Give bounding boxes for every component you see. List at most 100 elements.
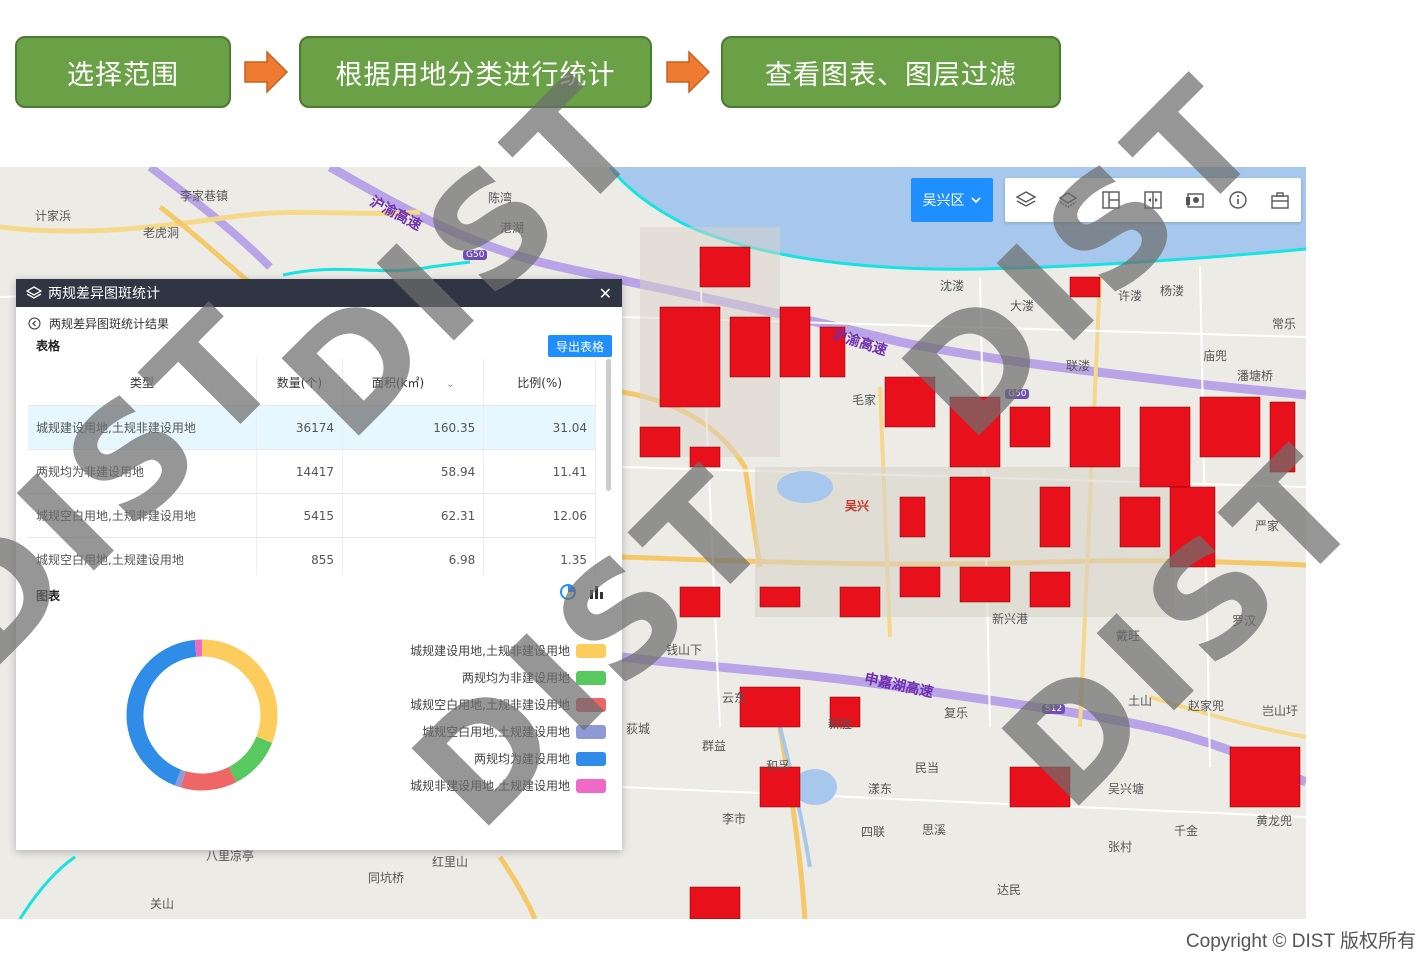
legend-item[interactable]: 城规建设用地,土规非建设用地 — [316, 637, 606, 664]
cell-type: 两规均为非建设用地 — [28, 449, 257, 494]
legend-label: 两规均为建设用地 — [473, 752, 570, 766]
cell-type: 城规空白用地,土规非建设用地 — [28, 493, 257, 538]
table-row[interactable]: 城规建设用地,土规非建设用地 36174 160.35 31.04 — [28, 405, 596, 450]
cell-count: 36174 — [256, 405, 344, 450]
toolbox-icon[interactable] — [1268, 188, 1292, 212]
place-label: 和孚 — [766, 759, 791, 773]
export-table-button[interactable]: 导出表格 — [548, 335, 612, 357]
step-label: 根据用地分类进行统计 — [335, 59, 616, 91]
donut-slice[interactable] — [180, 766, 237, 791]
arrow-right-icon — [666, 50, 711, 94]
step-label: 选择范围 — [67, 59, 179, 91]
cell-ratio: 12.06 — [483, 493, 596, 538]
legend-label: 城规空白用地,土规建设用地 — [422, 725, 570, 739]
place-label: 岂山圩 — [1262, 704, 1299, 718]
column-header-label: 面积(k㎡) — [371, 375, 425, 390]
place-label: 大溇 — [1010, 299, 1035, 313]
step-classify-stats: 根据用地分类进行统计 — [299, 36, 652, 108]
donut-slice[interactable] — [228, 736, 273, 783]
layout-icon[interactable] — [1099, 188, 1123, 212]
table-scrollbar[interactable] — [606, 359, 611, 491]
table-row[interactable]: 两规均为非建设用地 14417 58.94 11.41 — [28, 449, 596, 494]
cell-type: 城规建设用地,土规非建设用地 — [28, 405, 257, 450]
cell-area: 58.94 — [342, 449, 485, 494]
legend-item[interactable]: 城规空白用地,土规非建设用地 — [316, 691, 606, 718]
place-label: 李市 — [722, 812, 747, 826]
cell-count: 855 — [256, 537, 344, 575]
info-icon[interactable] — [1226, 188, 1250, 212]
column-header[interactable]: 类型 — [28, 359, 257, 406]
legend-swatch — [576, 670, 606, 685]
layers-icon[interactable] — [1014, 188, 1038, 212]
back-icon[interactable] — [28, 317, 41, 330]
chevron-down-icon — [970, 197, 981, 204]
place-label: 李家巷镇 — [180, 189, 229, 203]
table-row[interactable]: 城规空白用地,土规非建设用地 5415 62.31 12.06 — [28, 493, 596, 538]
table-row[interactable]: 城规空白用地,土规建设用地 855 6.98 1.35 — [28, 537, 596, 575]
place-label: 吴兴塘 — [1108, 782, 1145, 796]
cell-count: 14417 — [256, 449, 344, 494]
place-label: 吴兴 — [845, 499, 870, 513]
place-label: 严家 — [1255, 519, 1280, 533]
legend-item[interactable]: 两规均为建设用地 — [316, 745, 606, 772]
column-header[interactable]: 比例(%) — [483, 359, 596, 406]
bar-chart-icon[interactable] — [587, 583, 605, 601]
donut-slice[interactable] — [201, 639, 278, 743]
compare-icon[interactable] — [1141, 188, 1165, 212]
place-label: 思溪 — [922, 823, 947, 837]
place-label: 四联 — [861, 825, 886, 839]
legend-item[interactable]: 城规非建设用地,土规建设用地 — [316, 772, 606, 799]
column-header[interactable]: 数量(个) — [256, 359, 344, 406]
place-label: 钱山下 — [666, 643, 703, 657]
place-label: 群益 — [702, 739, 727, 753]
sort-down-icon[interactable]: ⌄ — [446, 379, 454, 390]
cell-ratio: 11.41 — [483, 449, 596, 494]
place-label: 杨溇 — [1160, 284, 1185, 298]
step-view-charts: 查看图表、图层过滤 — [721, 36, 1061, 108]
place-label: 陈湾 — [488, 191, 513, 205]
legend-item[interactable]: 城规空白用地,土规建设用地 — [316, 718, 606, 745]
highway-shield: G50 — [1005, 389, 1030, 399]
place-label: 民当 — [915, 761, 940, 775]
legend-swatch — [576, 751, 606, 766]
place-label: 达民 — [997, 883, 1022, 897]
place-label: 常乐 — [1272, 317, 1297, 331]
place-label: 赵家兜 — [1188, 699, 1225, 713]
pie-chart-icon[interactable] — [559, 583, 577, 601]
place-label: 沈溇 — [940, 279, 965, 293]
place-label: 土山 — [1128, 694, 1153, 708]
place-label: 红里山 — [432, 855, 469, 869]
place-label: 港湖 — [500, 221, 525, 235]
legend-label: 城规非建设用地,土规建设用地 — [410, 779, 570, 793]
column-header-sortable[interactable]: 面积(k㎡) ⌄ — [342, 359, 485, 406]
highway-shield: G50 — [463, 250, 488, 260]
panel-subtitle-row: 两规差异图斑统计结果 — [28, 315, 169, 332]
screen-icon[interactable] — [1183, 188, 1207, 212]
place-label: 同坑桥 — [368, 871, 405, 885]
legend-item[interactable]: 两规均为非建设用地 — [316, 664, 606, 691]
table-section-label: 表格 — [36, 339, 61, 353]
map-toolbar — [1005, 178, 1301, 222]
district-selector[interactable]: 吴兴区 — [911, 178, 993, 222]
step-label: 查看图表、图层过滤 — [765, 59, 1017, 91]
stats-table: 类型 数量(个) 面积(k㎡) ⌄ 比例(%) 城规建设用地,土规非建设用地 36… — [28, 359, 596, 575]
place-label: 潘塘桥 — [1237, 369, 1274, 383]
place-label: 罗汉 — [1232, 614, 1257, 628]
place-label: 庙兜 — [1203, 349, 1228, 363]
cell-ratio: 1.35 — [483, 537, 596, 575]
donut-slice[interactable] — [126, 639, 197, 786]
donut-chart — [126, 639, 278, 791]
place-label: 漾东 — [868, 782, 893, 796]
place-label: 老虎洞 — [143, 226, 180, 240]
donut-slice[interactable] — [174, 769, 186, 788]
place-label: 新胜 — [828, 717, 853, 731]
place-label: 黄龙兜 — [1256, 814, 1293, 828]
cell-area: 6.98 — [342, 537, 485, 575]
cell-ratio: 31.04 — [483, 405, 596, 450]
cell-area: 160.35 — [342, 405, 485, 450]
layers-outline-icon[interactable] — [1056, 188, 1080, 212]
place-label: 云东 — [722, 691, 747, 705]
place-label: 荻城 — [626, 722, 651, 736]
place-label: 联溇 — [1066, 359, 1091, 373]
place-label: 新兴港 — [992, 612, 1029, 626]
